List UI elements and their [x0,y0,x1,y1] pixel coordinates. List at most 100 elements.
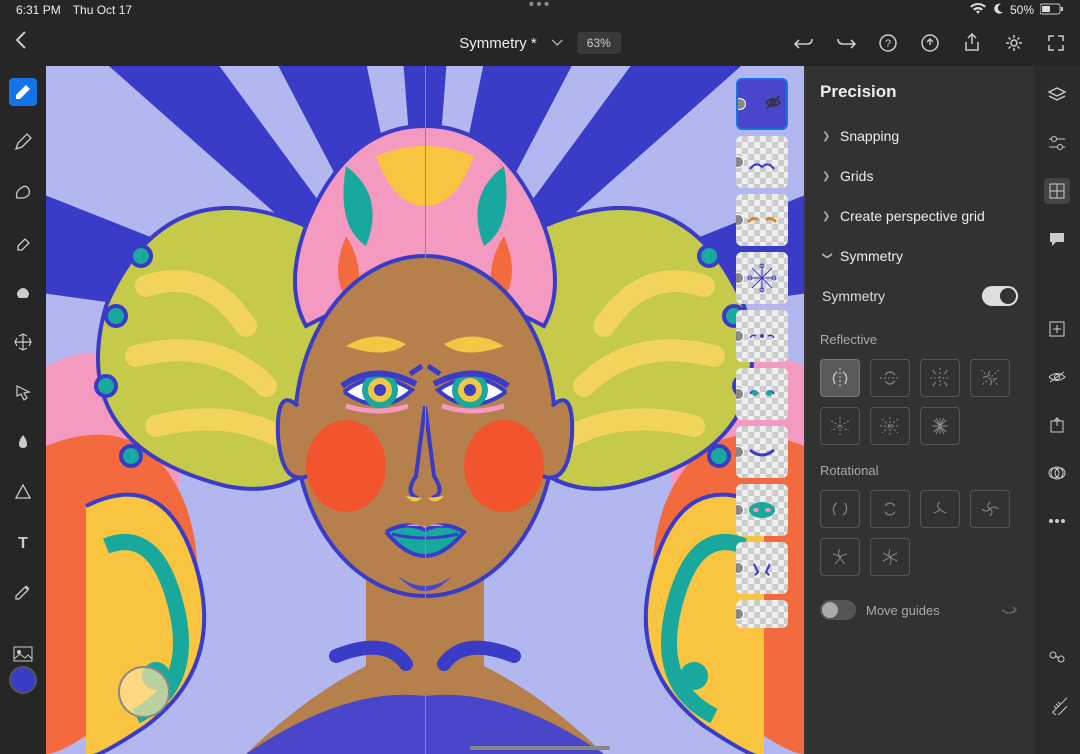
symmetry-section[interactable]: ❯ Symmetry [820,238,1020,274]
title-dropdown-icon[interactable] [551,36,563,50]
share-button[interactable] [962,33,982,53]
rotational-4[interactable] [970,490,1010,528]
undo-button[interactable] [794,33,814,53]
layers-panel-button[interactable] [1044,82,1070,108]
help-button[interactable]: ? [878,33,898,53]
document-title[interactable]: Symmetry * [459,35,537,52]
battery-percent: 50% [1010,3,1034,17]
left-toolbar: T [0,66,46,754]
rotational-label: Rotational [820,463,1020,478]
reflective-label: Reflective [820,332,1020,347]
fullscreen-button[interactable] [1046,33,1066,53]
redo-button[interactable] [836,33,856,53]
back-button[interactable] [14,30,28,56]
layer-handle-icon[interactable] [736,98,746,110]
grids-label: Grids [840,168,873,184]
comments-button[interactable] [1044,226,1070,252]
layer-thumb-9[interactable] [736,542,788,594]
layer-thumb-1[interactable] [736,78,788,130]
rotational-5[interactable] [820,538,860,576]
ruler-button[interactable] [1044,692,1070,718]
battery-icon [1040,3,1064,18]
symmetry-section-label: Symmetry [840,248,903,264]
move-guides-toggle[interactable] [820,600,856,620]
chevron-right-icon: ❯ [822,171,832,182]
settings-button[interactable] [1004,33,1024,53]
layer-thumb-5[interactable] [736,310,788,362]
reflective-vertical[interactable] [820,359,860,397]
add-button[interactable] [1044,316,1070,342]
svg-text:T: T [18,535,28,551]
perspective-label: Create perspective grid [840,208,985,224]
multitask-dots-icon[interactable]: ••• [529,0,552,14]
app-header: Symmetry * 63% ? [0,20,1080,66]
zoom-level[interactable]: 63% [577,32,621,54]
layer-thumb-3[interactable] [736,194,788,246]
current-color-swatch[interactable] [9,666,37,694]
home-indicator[interactable] [470,746,610,750]
snapping-section[interactable]: ❯ Snapping [820,118,1020,154]
reflective-options [820,359,1020,445]
eraser-tool[interactable] [9,228,37,256]
canvas-area[interactable] [46,66,806,754]
brush-cursor [118,666,170,718]
layer-thumb-7[interactable] [736,426,788,478]
precision-panel: Precision ❯ Snapping ❯ Grids ❯ Create pe… [806,66,1034,754]
rotational-2[interactable] [820,490,860,528]
layer-thumb-8[interactable] [736,484,788,536]
visibility-button[interactable] [1044,364,1070,390]
reflective-quad[interactable] [920,359,960,397]
snapping-label: Snapping [840,128,899,144]
link-button[interactable] [1044,644,1070,670]
cloud-sync-button[interactable] [920,33,940,53]
reflective-diag[interactable] [970,359,1010,397]
layer-handle-icon[interactable] [736,608,744,620]
chevron-right-icon: ❯ [822,131,832,142]
svg-text:?: ? [885,38,891,50]
rotational-6[interactable] [870,538,910,576]
selection-tool[interactable] [9,378,37,406]
panel-title: Precision [820,82,1020,102]
dnd-moon-icon [992,3,1004,18]
pencil-tool[interactable] [9,128,37,156]
wifi-icon [970,3,986,18]
visibility-off-icon[interactable] [764,96,782,113]
more-button[interactable] [1044,508,1070,534]
perspective-section[interactable]: ❯ Create perspective grid [820,198,1020,234]
grids-section[interactable]: ❯ Grids [820,158,1020,194]
layer-thumb-10[interactable] [736,600,788,628]
rotational-3[interactable] [920,490,960,528]
artwork-canvas[interactable] [46,66,804,754]
layer-thumbnails [736,78,794,628]
right-strip [1034,66,1080,754]
appearance-button[interactable] [1044,460,1070,486]
blob-tool[interactable] [9,278,37,306]
symmetry-guide-line[interactable] [425,66,426,754]
image-tool[interactable] [9,640,37,668]
layer-thumb-2[interactable] [736,136,788,188]
shape-tool[interactable] [9,478,37,506]
rotational-options [820,490,1020,576]
symmetry-toggle-label: Symmetry [822,288,885,304]
precision-panel-button[interactable] [1044,178,1070,204]
export-button[interactable] [1044,412,1070,438]
reset-guides-button[interactable] [998,602,1020,619]
status-time: 6:31 PM [16,3,61,17]
fill-tool[interactable] [9,428,37,456]
brush-tool[interactable] [9,78,37,106]
rotational-2h[interactable] [870,490,910,528]
reflective-burst[interactable] [920,407,960,445]
eyedropper-tool[interactable] [9,578,37,606]
chevron-down-icon: ❯ [822,251,833,261]
layer-thumb-4[interactable] [736,252,788,304]
adjustments-button[interactable] [1044,130,1070,156]
text-tool[interactable]: T [9,528,37,556]
reflective-6[interactable] [820,407,860,445]
smudge-tool[interactable] [9,178,37,206]
symmetry-toggle[interactable] [982,286,1018,306]
transform-tool[interactable] [9,328,37,356]
reflective-horizontal[interactable] [870,359,910,397]
layer-thumb-6[interactable] [736,368,788,420]
status-date: Thu Oct 17 [73,3,132,17]
reflective-8[interactable] [870,407,910,445]
